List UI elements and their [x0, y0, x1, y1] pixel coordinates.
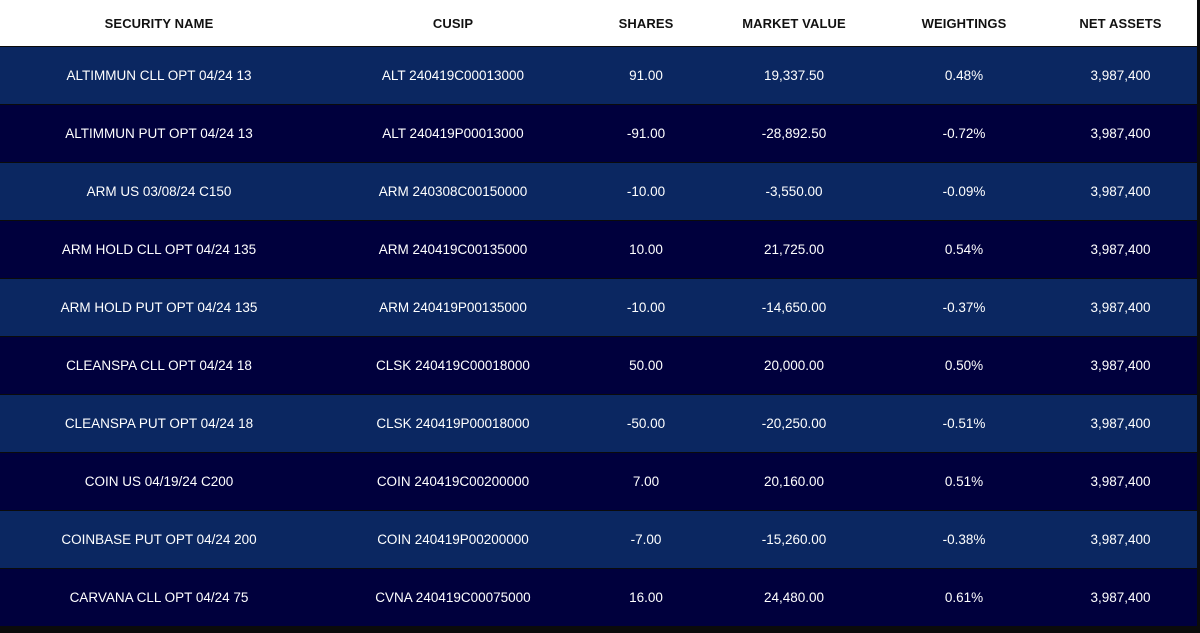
shares-cell: 7.00 — [632, 474, 660, 489]
net-assets-cell: 3,987,400 — [1090, 126, 1151, 141]
table-row: ARM US 03/08/24 C150 ARM 240308C00150000… — [0, 162, 1197, 220]
table-row: COINBASE PUT OPT 04/24 200 COIN 240419P0… — [0, 510, 1197, 568]
market-value-cell: -20,250.00 — [761, 416, 827, 431]
table-row: COIN US 04/19/24 C200 COIN 240419C002000… — [0, 452, 1197, 510]
table-header-row: SECURITY NAME CUSIP SHARES MARKET VALUE … — [0, 0, 1197, 46]
shares-cell: -91.00 — [626, 126, 666, 141]
market-value-cell: -14,650.00 — [761, 300, 827, 315]
table-row: ALTIMMUN CLL OPT 04/24 13 ALT 240419C000… — [0, 46, 1197, 104]
column-header-net-assets[interactable]: NET ASSETS — [1044, 16, 1197, 31]
security-name-cell: CARVANA CLL OPT 04/24 75 — [69, 590, 249, 605]
table-row: CLEANSPA CLL OPT 04/24 18 CLSK 240419C00… — [0, 336, 1197, 394]
net-assets-cell: 3,987,400 — [1090, 416, 1151, 431]
market-value-cell: -3,550.00 — [765, 184, 823, 199]
column-header-shares[interactable]: SHARES — [588, 16, 704, 31]
security-name-cell: ARM US 03/08/24 C150 — [86, 184, 232, 199]
table-row: CARVANA CLL OPT 04/24 75 CVNA 240419C000… — [0, 568, 1197, 626]
weighting-cell: 0.50% — [944, 358, 984, 373]
security-name-cell: ALTIMMUN PUT OPT 04/24 13 — [65, 126, 253, 141]
table-row: CLEANSPA PUT OPT 04/24 18 CLSK 240419P00… — [0, 394, 1197, 452]
column-header-cusip[interactable]: CUSIP — [318, 16, 588, 31]
table-row: ALTIMMUN PUT OPT 04/24 13 ALT 240419P000… — [0, 104, 1197, 162]
shares-cell: -50.00 — [626, 416, 666, 431]
cusip-cell: ALT 240419P00013000 — [382, 126, 524, 141]
column-header-market-value[interactable]: MARKET VALUE — [704, 16, 884, 31]
weighting-cell: 0.51% — [944, 474, 984, 489]
net-assets-cell: 3,987,400 — [1090, 532, 1151, 547]
cusip-cell: ALT 240419C00013000 — [381, 68, 525, 83]
net-assets-cell: 3,987,400 — [1090, 68, 1151, 83]
cusip-cell: CLSK 240419C00018000 — [376, 358, 530, 373]
shares-cell: 10.00 — [629, 242, 663, 257]
security-name-cell: COINBASE PUT OPT 04/24 200 — [61, 532, 257, 547]
cusip-cell: CVNA 240419C00075000 — [375, 590, 531, 605]
table-row: ARM HOLD PUT OPT 04/24 135 ARM 240419P00… — [0, 278, 1197, 336]
market-value-cell: 20,160.00 — [763, 474, 825, 489]
weighting-cell: 0.61% — [944, 590, 984, 605]
column-header-weightings[interactable]: WEIGHTINGS — [884, 16, 1044, 31]
market-value-cell: 24,480.00 — [763, 590, 825, 605]
cusip-cell: CLSK 240419P00018000 — [376, 416, 530, 431]
shares-cell: -7.00 — [630, 532, 662, 547]
cusip-cell: COIN 240419P00200000 — [377, 532, 529, 547]
net-assets-cell: 3,987,400 — [1090, 184, 1151, 199]
net-assets-cell: 3,987,400 — [1090, 242, 1151, 257]
cusip-cell: COIN 240419C00200000 — [376, 474, 530, 489]
shares-cell: 50.00 — [629, 358, 663, 373]
market-value-cell: -15,260.00 — [761, 532, 827, 547]
security-name-cell: CLEANSPA CLL OPT 04/24 18 — [66, 358, 252, 373]
cusip-cell: ARM 240308C00150000 — [378, 184, 528, 199]
market-value-cell: 20,000.00 — [763, 358, 825, 373]
market-value-cell: -28,892.50 — [761, 126, 827, 141]
weighting-cell: 0.48% — [944, 68, 984, 83]
column-header-security-name[interactable]: SECURITY NAME — [0, 16, 318, 31]
market-value-cell: 21,725.00 — [763, 242, 825, 257]
security-name-cell: ALTIMMUN CLL OPT 04/24 13 — [66, 68, 252, 83]
weighting-cell: -0.51% — [942, 416, 986, 431]
shares-cell: 16.00 — [629, 590, 663, 605]
security-name-cell: ARM HOLD CLL OPT 04/24 135 — [61, 242, 257, 257]
net-assets-cell: 3,987,400 — [1090, 300, 1151, 315]
shares-cell: -10.00 — [626, 300, 666, 315]
market-value-cell: 19,337.50 — [763, 68, 825, 83]
cusip-cell: ARM 240419C00135000 — [378, 242, 528, 257]
holdings-table: SECURITY NAME CUSIP SHARES MARKET VALUE … — [0, 0, 1197, 630]
weighting-cell: 0.54% — [944, 242, 984, 257]
shares-cell: -10.00 — [626, 184, 666, 199]
cusip-cell: ARM 240419P00135000 — [379, 300, 527, 315]
security-name-cell: CLEANSPA PUT OPT 04/24 18 — [64, 416, 254, 431]
net-assets-cell: 3,987,400 — [1090, 358, 1151, 373]
weighting-cell: -0.09% — [942, 184, 986, 199]
security-name-cell: ARM HOLD PUT OPT 04/24 135 — [60, 300, 258, 315]
weighting-cell: -0.37% — [942, 300, 986, 315]
shares-cell: 91.00 — [629, 68, 663, 83]
weighting-cell: -0.72% — [942, 126, 986, 141]
net-assets-cell: 3,987,400 — [1090, 590, 1151, 605]
security-name-cell: COIN US 04/19/24 C200 — [84, 474, 234, 489]
weighting-cell: -0.38% — [942, 532, 986, 547]
table-row: ARM HOLD CLL OPT 04/24 135 ARM 240419C00… — [0, 220, 1197, 278]
net-assets-cell: 3,987,400 — [1090, 474, 1151, 489]
